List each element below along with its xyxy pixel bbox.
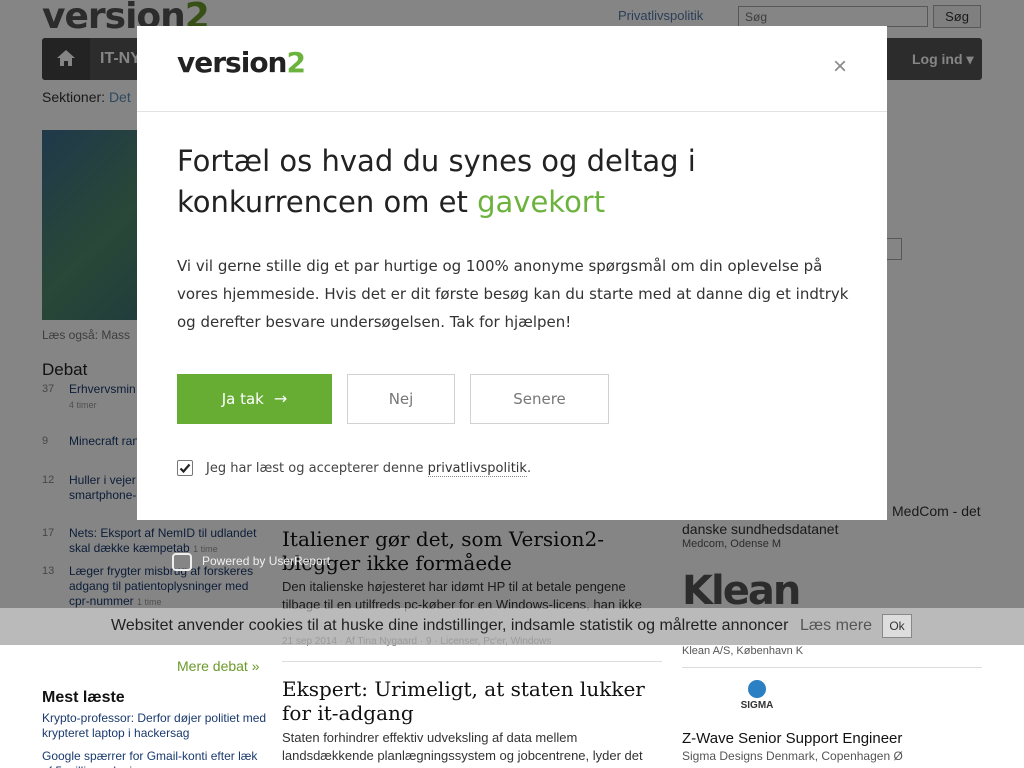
cookie-text: Websitet anvender cookies til at huske d…: [111, 617, 789, 634]
checkmark-icon: [179, 463, 191, 474]
modal-description: Vi vil gerne stille dig et par hurtige o…: [177, 257, 849, 331]
powered-by-userreport[interactable]: Powered by UserReport: [172, 553, 330, 571]
divider: [682, 667, 982, 668]
job-listing-title[interactable]: Z-Wave Senior Support Engineer: [682, 730, 902, 747]
modal-logo: version2: [177, 46, 306, 79]
survey-modal: version2 × Fortæl os hvad du synes og de…: [137, 26, 887, 520]
yes-button[interactable]: Ja tak →: [177, 374, 332, 424]
article-teaser: Staten forhindrer effektiv udveksling af…: [282, 730, 643, 768]
no-button[interactable]: Nej: [347, 374, 455, 424]
close-icon[interactable]: ×: [829, 55, 851, 79]
most-read-item[interactable]: Google spærrer for Gmail-konti efter læk…: [42, 749, 267, 768]
arrow-right-icon: →: [273, 389, 288, 408]
job-listing-company: Klean A/S, København K: [682, 645, 804, 657]
divider: [282, 661, 662, 662]
modal-header: version2 ×: [137, 26, 887, 112]
privacy-policy-link[interactable]: privatlivspolitik: [427, 461, 527, 477]
most-read-item[interactable]: Krypto-professor: Derfor døjer politiet …: [42, 711, 267, 741]
userreport-icon: [172, 553, 192, 571]
cookie-read-more-link[interactable]: Læs mere: [800, 617, 872, 635]
most-read-heading: Mest læste: [42, 689, 125, 706]
cookie-ok-button[interactable]: Ok: [882, 614, 912, 638]
later-button[interactable]: Senere: [470, 374, 609, 424]
modal-title: Fortæl os hvad du synes og deltag i konk…: [177, 144, 696, 219]
cookie-bar: Websitet anvender cookies til at huske d…: [0, 608, 1024, 645]
consent-checkbox[interactable]: [177, 460, 193, 476]
sigma-logo[interactable]: SIGMA: [734, 680, 780, 720]
article-title[interactable]: Ekspert: Urimeligt, at staten lukker for…: [282, 677, 662, 725]
more-debat-link[interactable]: Mere debat »: [177, 658, 260, 674]
consent-label: Jeg har læst og accepterer denne: [206, 461, 428, 476]
job-listing-company: Sigma Designs Denmark, Copenhagen Ø: [682, 749, 903, 763]
sigma-logo-icon: [748, 680, 766, 698]
